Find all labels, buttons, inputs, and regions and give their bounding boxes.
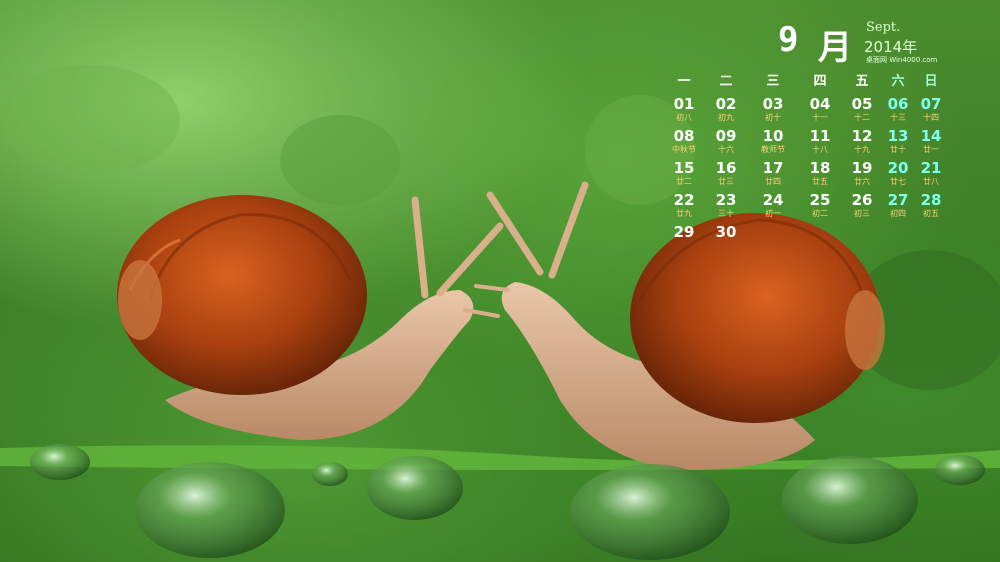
month-number: 9 <box>778 20 799 60</box>
day-number: 26 <box>851 191 873 209</box>
lunar-date: 廿三 <box>718 177 734 186</box>
calendar-day-cell: 07 十四 <box>911 96 951 123</box>
day-number: 28 <box>920 191 942 209</box>
day-number: 25 <box>809 191 831 209</box>
site-watermark: 桌面网 Win4000.com <box>866 56 938 64</box>
weekday-label: 三 <box>766 74 780 89</box>
day-number: 17 <box>762 159 784 177</box>
day-number: 11 <box>809 127 831 145</box>
month-label-en: Sept. <box>866 20 901 35</box>
calendar-day-cell: 10 教师节 <box>753 128 793 155</box>
calendar-day-cell: 05 十二 <box>842 96 882 123</box>
calendar-day-cell: 14 廿一 <box>911 128 951 155</box>
weekday-header-row: 一二三四五六日 <box>660 70 950 90</box>
weekday-label: 五 <box>855 74 869 89</box>
calendar-day-grid: 01 初八 02 初九 03 初十 04 十一 05 十二 06 十三 07 十四 08 中秋节 09 十六 10 教… <box>660 96 950 266</box>
calendar-day-cell: 24 初一 <box>753 192 793 219</box>
day-number: 09 <box>715 127 737 145</box>
day-number: 18 <box>809 159 831 177</box>
year-label: 2014年 <box>864 38 918 56</box>
weekday-label: 六 <box>891 74 905 89</box>
day-number: 03 <box>762 95 784 113</box>
day-number: 29 <box>673 223 695 241</box>
month-label-cn: 月 <box>818 28 852 68</box>
lunar-date: 初九 <box>718 113 734 122</box>
lunar-date: 廿九 <box>676 209 692 218</box>
calendar-day-cell: 16 廿三 <box>706 160 746 187</box>
calendar-day-cell: 04 十一 <box>800 96 840 123</box>
lunar-date: 廿六 <box>854 177 870 186</box>
day-number: 12 <box>851 127 873 145</box>
lunar-date: 廿四 <box>765 177 781 186</box>
lunar-date: 初五 <box>923 209 939 218</box>
weekday-label: 二 <box>719 74 733 89</box>
lunar-date: 十六 <box>718 145 734 154</box>
calendar-day-cell: 17 廿四 <box>753 160 793 187</box>
day-number: 08 <box>673 127 695 145</box>
weekday-label: 一 <box>677 74 691 89</box>
day-number: 04 <box>809 95 831 113</box>
calendar-day-cell: 25 初二 <box>800 192 840 219</box>
day-number: 22 <box>673 191 695 209</box>
day-number: 30 <box>715 223 737 241</box>
day-number: 14 <box>920 127 942 145</box>
calendar-day-cell: 26 初三 <box>842 192 882 219</box>
lunar-date: 初十 <box>765 113 781 122</box>
calendar-day-cell: 21 廿八 <box>911 160 951 187</box>
day-number: 01 <box>673 95 695 113</box>
day-number: 24 <box>762 191 784 209</box>
day-number: 19 <box>851 159 873 177</box>
day-number: 10 <box>762 127 784 145</box>
lunar-date: 十四 <box>923 113 939 122</box>
calendar-day-cell: 09 十六 <box>706 128 746 155</box>
day-number: 21 <box>920 159 942 177</box>
day-number: 02 <box>715 95 737 113</box>
calendar-overlay: 9 月 Sept. 2014年 桌面网 Win4000.com 一二三四五六日 … <box>660 8 960 258</box>
calendar-day-cell: 15 廿二 <box>664 160 704 187</box>
calendar-header: 9 月 Sept. 2014年 桌面网 Win4000.com <box>778 18 948 68</box>
calendar-day-cell: 08 中秋节 <box>664 128 704 155</box>
lunar-date: 初八 <box>676 113 692 122</box>
day-number: 16 <box>715 159 737 177</box>
day-number: 23 <box>715 191 737 209</box>
calendar-day-cell: 28 初五 <box>911 192 951 219</box>
lunar-date: 初二 <box>812 209 828 218</box>
calendar-day-cell: 22 廿九 <box>664 192 704 219</box>
lunar-date: 十一 <box>812 113 828 122</box>
weekday-label: 日 <box>924 74 938 89</box>
day-number: 15 <box>673 159 695 177</box>
calendar-day-cell: 29 <box>664 224 704 241</box>
calendar-day-cell: 23 三十 <box>706 192 746 219</box>
calendar-day-cell: 19 廿六 <box>842 160 882 187</box>
calendar-day-cell: 30 <box>706 224 746 241</box>
lunar-date: 廿一 <box>923 145 939 154</box>
calendar-day-cell: 02 初九 <box>706 96 746 123</box>
lunar-date: 初一 <box>765 209 781 218</box>
lunar-date: 廿八 <box>923 177 939 186</box>
lunar-date: 初三 <box>854 209 870 218</box>
lunar-date: 廿五 <box>812 177 828 186</box>
calendar-day-cell: 03 初十 <box>753 96 793 123</box>
lunar-date: 十八 <box>812 145 828 154</box>
lunar-date: 三十 <box>718 209 734 218</box>
lunar-date: 十二 <box>854 113 870 122</box>
lunar-date: 中秋节 <box>672 145 696 154</box>
lunar-date: 教师节 <box>761 145 785 154</box>
calendar-day-cell: 18 廿五 <box>800 160 840 187</box>
calendar-day-cell: 12 十九 <box>842 128 882 155</box>
day-number: 07 <box>920 95 942 113</box>
weekday-label: 四 <box>813 74 827 89</box>
day-number: 05 <box>851 95 873 113</box>
calendar-day-cell: 11 十八 <box>800 128 840 155</box>
calendar-day-cell: 01 初八 <box>664 96 704 123</box>
lunar-date: 廿二 <box>676 177 692 186</box>
lunar-date: 十九 <box>854 145 870 154</box>
